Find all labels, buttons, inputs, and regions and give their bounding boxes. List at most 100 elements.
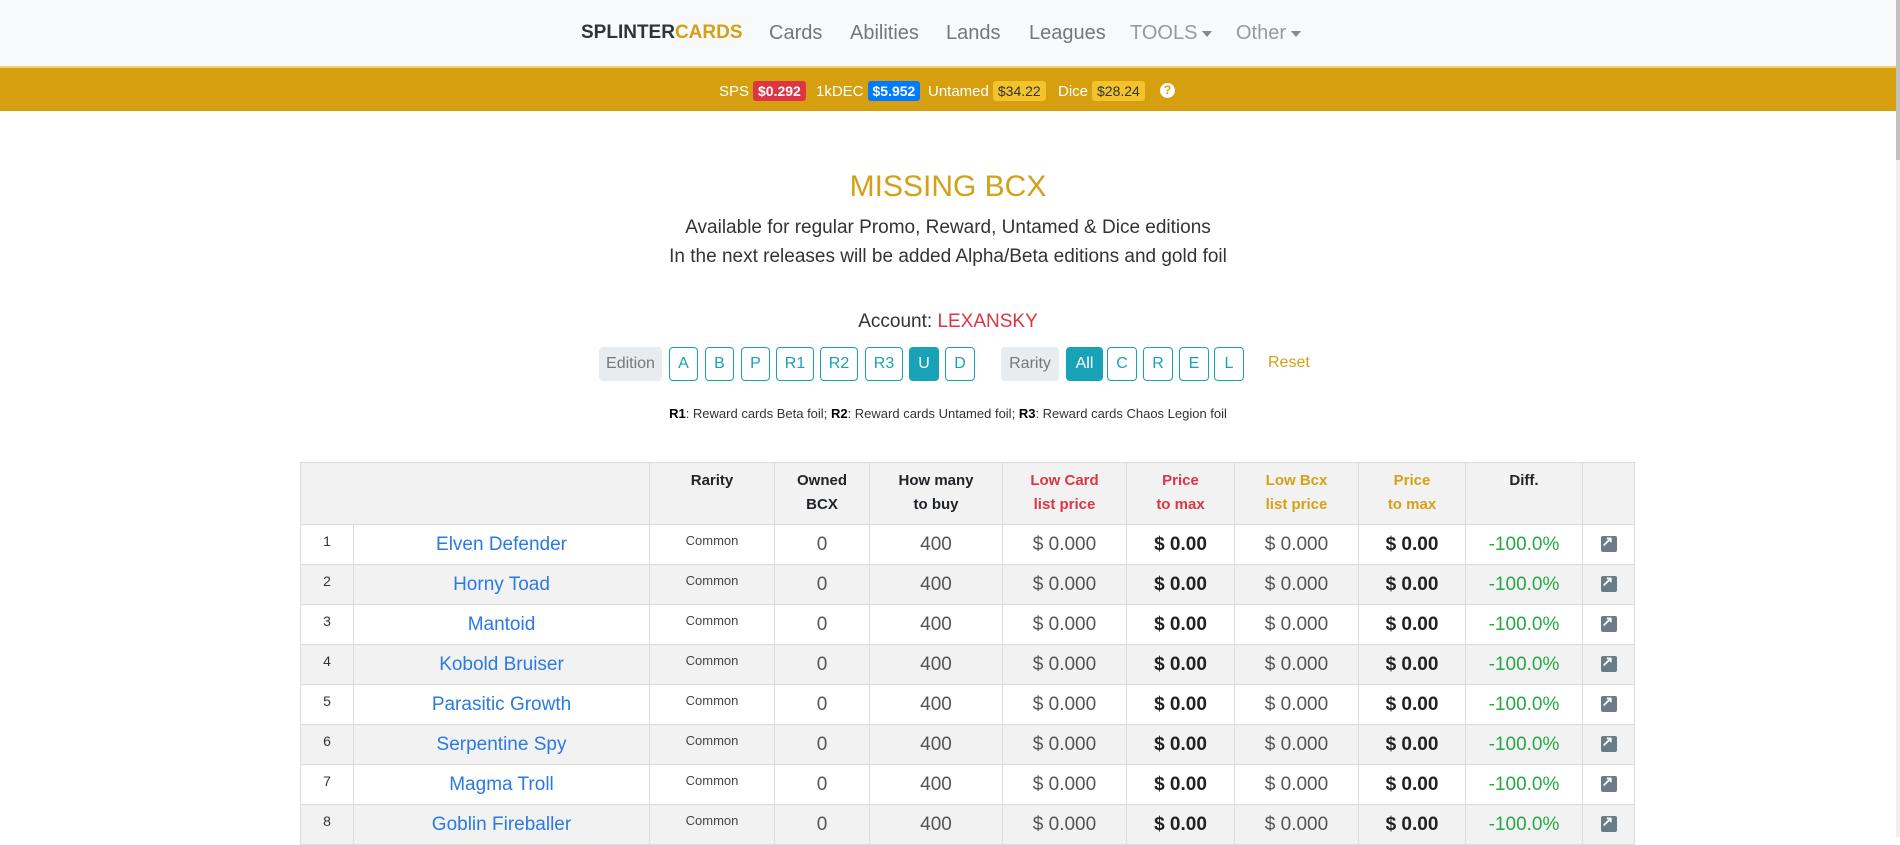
edition-button-r2[interactable]: R2 [820, 347, 858, 381]
card-name-link[interactable]: Horny Toad [353, 564, 650, 605]
rarity-button-e[interactable]: E [1179, 347, 1209, 381]
row-action [1582, 524, 1635, 565]
rarity-button-l[interactable]: L [1214, 347, 1244, 381]
low-card-price: $ 0.000 [1002, 724, 1127, 765]
header-price-to-max-1[interactable]: Price to max [1126, 462, 1235, 525]
nav-lands[interactable]: Lands [946, 22, 1001, 45]
row-action [1582, 724, 1635, 765]
card-name-link[interactable]: Goblin Fireballer [353, 804, 650, 845]
legend-r1-key: R1 [669, 406, 686, 421]
rarity-button-c[interactable]: C [1107, 347, 1137, 381]
account-label: Account: [858, 311, 933, 332]
card-name-link[interactable]: Serpentine Spy [353, 724, 650, 765]
edition-button-a[interactable]: A [669, 347, 698, 381]
edition-button-r3[interactable]: R3 [865, 347, 903, 381]
card-name-link[interactable]: Parasitic Growth [353, 684, 650, 725]
owned-bcx: 0 [774, 804, 870, 845]
external-link-icon[interactable] [1600, 653, 1617, 673]
header-owned[interactable]: Owned BCX [774, 462, 870, 525]
card-name-link[interactable]: Magma Troll [353, 764, 650, 805]
how-many-to-buy: 400 [869, 684, 1003, 725]
owned-bcx: 0 [774, 644, 870, 685]
card-rarity: Common [649, 604, 775, 645]
header-owned-line2: BCX [806, 496, 838, 513]
how-many-to-buy: 400 [869, 724, 1003, 765]
low-bcx-price: $ 0.000 [1234, 724, 1359, 765]
scrollbar-thumb[interactable] [1896, 0, 1900, 160]
how-many-to-buy: 400 [869, 604, 1003, 645]
low-bcx-price: $ 0.000 [1234, 604, 1359, 645]
reset-link[interactable]: Reset [1268, 354, 1310, 372]
brand-part-1: SPLINTER [581, 22, 675, 43]
nav-leagues[interactable]: Leagues [1029, 22, 1106, 45]
table-header-row: Rarity Owned BCX How many to buy Low Card l… [300, 462, 1635, 525]
external-link-icon[interactable] [1600, 693, 1617, 713]
account-name[interactable]: LEXANSKY [937, 311, 1037, 332]
edition-button-b[interactable]: B [705, 347, 734, 381]
page-scrollbar[interactable] [1896, 0, 1900, 837]
card-rarity: Common [649, 764, 775, 805]
rarity-button-all[interactable]: All [1066, 347, 1103, 381]
nav-tools-dropdown[interactable]: TOOLS [1130, 22, 1213, 45]
edition-button-p[interactable]: P [741, 347, 770, 381]
help-icon[interactable]: ? [1160, 83, 1175, 98]
nav-cards[interactable]: Cards [769, 22, 822, 45]
card-name-link[interactable]: Kobold Bruiser [353, 644, 650, 685]
header-price2-line1: Price [1393, 472, 1431, 489]
owned-bcx: 0 [774, 604, 870, 645]
header-price1-line1: Price [1162, 472, 1199, 489]
header-price1-line2: to max [1156, 496, 1205, 513]
price-to-max-2: $ 0.00 [1358, 724, 1466, 765]
untamed-label: Untamed [928, 83, 989, 100]
header-low-card[interactable]: Low Card list price [1002, 462, 1127, 525]
nav-other-dropdown[interactable]: Other [1236, 22, 1302, 45]
card-name-link[interactable]: Elven Defender [353, 524, 650, 565]
external-link-icon[interactable] [1600, 773, 1617, 793]
external-link-icon[interactable] [1600, 613, 1617, 633]
dec-label: 1kDEC [816, 83, 864, 100]
price-to-max-1: $ 0.00 [1126, 644, 1235, 685]
edition-button-d[interactable]: D [945, 347, 975, 381]
external-link-icon[interactable] [1600, 533, 1617, 553]
owned-bcx: 0 [774, 524, 870, 565]
rarity-button-r[interactable]: R [1143, 347, 1173, 381]
header-rarity[interactable]: Rarity [649, 462, 775, 525]
price-to-max-2: $ 0.00 [1358, 684, 1466, 725]
how-many-to-buy: 400 [869, 804, 1003, 845]
price-to-max-2: $ 0.00 [1358, 804, 1466, 845]
dec-badge: $5.952 [867, 81, 921, 101]
card-rarity: Common [649, 684, 775, 725]
row-index: 3 [300, 604, 354, 645]
low-bcx-price: $ 0.000 [1234, 684, 1359, 725]
edition-button-r1[interactable]: R1 [776, 347, 814, 381]
table-row: 3 Mantoid Common 0 400 $ 0.000 $ 0.00 $ 0.000 $ … [300, 604, 1635, 645]
low-card-price: $ 0.000 [1002, 804, 1127, 845]
header-diff[interactable]: Diff. [1465, 462, 1583, 525]
price-to-max-2: $ 0.00 [1358, 764, 1466, 805]
price-to-max-1: $ 0.00 [1126, 524, 1235, 565]
low-card-price: $ 0.000 [1002, 604, 1127, 645]
site-logo[interactable]: SPLINTERCARDS [581, 22, 743, 44]
table-row: 2 Horny Toad Common 0 400 $ 0.000 $ 0.00 $ 0.00… [300, 564, 1635, 605]
external-link-icon[interactable] [1600, 813, 1617, 833]
header-how-many[interactable]: How many to buy [869, 462, 1003, 525]
card-rarity: Common [649, 564, 775, 605]
row-action [1582, 804, 1635, 845]
edition-label: Edition [599, 347, 662, 381]
header-low-bcx[interactable]: Low Bcx list price [1234, 462, 1359, 525]
header-price-to-max-2[interactable]: Price to max [1358, 462, 1466, 525]
how-many-to-buy: 400 [869, 764, 1003, 805]
card-name-link[interactable]: Mantoid [353, 604, 650, 645]
brand-part-2: CARDS [674, 22, 743, 43]
edition-button-u[interactable]: U [909, 347, 939, 381]
row-index: 8 [300, 804, 354, 845]
legend-r1-text: : Reward cards Beta foil; [685, 406, 828, 421]
external-link-icon[interactable] [1600, 733, 1617, 753]
nav-abilities[interactable]: Abilities [850, 22, 919, 45]
low-card-price: $ 0.000 [1002, 524, 1127, 565]
price-to-max-1: $ 0.00 [1126, 604, 1235, 645]
card-rarity: Common [649, 724, 775, 765]
external-link-icon[interactable] [1600, 573, 1617, 593]
owned-bcx: 0 [774, 764, 870, 805]
price-to-max-2: $ 0.00 [1358, 604, 1466, 645]
